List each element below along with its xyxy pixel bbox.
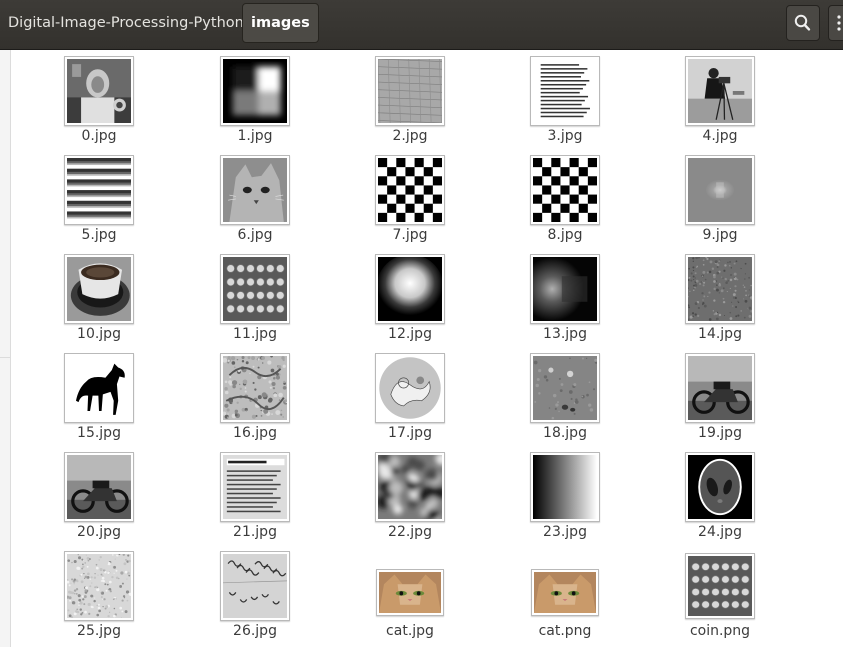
file-item[interactable]: 15.jpg <box>39 353 159 449</box>
file-item[interactable]: 14.jpg <box>660 254 780 350</box>
file-item[interactable]: 0.jpg <box>39 56 159 152</box>
blurred-blob-thumbnail <box>685 155 755 225</box>
file-item[interactable]: 13.jpg <box>505 254 625 350</box>
file-item[interactable]: 11.jpg <box>195 254 315 350</box>
handwriting-photo-thumbnail <box>220 551 290 621</box>
file-item[interactable]: 9.jpg <box>660 155 780 251</box>
file-item[interactable]: 18.jpg <box>505 353 625 449</box>
file-item[interactable]: 16.jpg <box>195 353 315 449</box>
header-bar: Digital-Image-Processing-Python images <box>0 0 843 50</box>
file-name: 26.jpg <box>233 623 277 639</box>
file-item[interactable]: 10.jpg <box>39 254 159 350</box>
blur-noise-thumbnail <box>375 452 445 522</box>
cell-texture-thumbnail <box>220 353 290 423</box>
search-icon <box>794 14 811 31</box>
file-name: 20.jpg <box>77 524 121 540</box>
horizontal-stripes-thumbnail <box>64 155 134 225</box>
file-name: 0.jpg <box>81 128 117 144</box>
file-item[interactable]: 23.jpg <box>505 452 625 548</box>
file-name: 4.jpg <box>702 128 738 144</box>
shepp-logan-phantom-thumbnail <box>685 452 755 522</box>
horse-silhouette-thumbnail <box>64 353 134 423</box>
file-item[interactable]: cat.png <box>505 551 625 647</box>
file-name: 2.jpg <box>392 128 428 144</box>
file-item[interactable]: 7.jpg <box>350 155 470 251</box>
file-item[interactable]: 26.jpg <box>195 551 315 647</box>
file-grid: 0.jpg 1.jpg 2.jpg 3.jpg 4.jpg 5.jpg 6.jpg 7.jpg… <box>11 50 843 647</box>
file-name: 1.jpg <box>237 128 273 144</box>
file-item[interactable]: 6.jpg <box>195 155 315 251</box>
search-button[interactable] <box>786 5 820 41</box>
file-name: 7.jpg <box>392 227 428 243</box>
file-item[interactable]: 1.jpg <box>195 56 315 152</box>
file-name: 19.jpg <box>698 425 742 441</box>
coins-grid-thumbnail <box>685 553 755 619</box>
motorcycle-photo-thumbnail <box>64 452 134 522</box>
file-name: 5.jpg <box>81 227 117 243</box>
file-name: 25.jpg <box>77 623 121 639</box>
file-item[interactable]: 4.jpg <box>660 56 780 152</box>
cameraman-photo-thumbnail <box>685 56 755 126</box>
coins-grid-thumbnail <box>220 254 290 324</box>
file-name: 14.jpg <box>698 326 742 342</box>
blurred-squares-thumbnail <box>220 56 290 126</box>
menu-button[interactable] <box>828 5 843 41</box>
file-item[interactable]: 2.jpg <box>350 56 470 152</box>
dark-gradient-blob-thumbnail <box>530 254 600 324</box>
breadcrumb-current[interactable]: images <box>242 3 319 43</box>
file-item[interactable]: 8.jpg <box>505 155 625 251</box>
astronaut-photo-thumbnail <box>64 56 134 126</box>
file-item[interactable]: 20.jpg <box>39 452 159 548</box>
breadcrumb-parent[interactable]: Digital-Image-Processing-Python <box>0 3 252 43</box>
cat-grayscale-thumbnail <box>220 155 290 225</box>
file-name: 23.jpg <box>543 524 587 540</box>
checkerboard-thumbnail <box>530 155 600 225</box>
file-item[interactable]: 17.jpg <box>350 353 470 449</box>
text-page-photo-thumbnail <box>220 452 290 522</box>
cat-color-thumbnail <box>376 569 444 616</box>
file-name: 22.jpg <box>388 524 432 540</box>
file-item[interactable]: 5.jpg <box>39 155 159 251</box>
file-name: 18.jpg <box>543 425 587 441</box>
file-name: 21.jpg <box>233 524 277 540</box>
file-item[interactable]: 21.jpg <box>195 452 315 548</box>
menu-icon <box>837 15 841 31</box>
sidebar-edge <box>0 50 11 647</box>
file-item[interactable]: 25.jpg <box>39 551 159 647</box>
file-name: cat.png <box>538 623 592 639</box>
file-name: 17.jpg <box>388 425 432 441</box>
file-name: 3.jpg <box>547 128 583 144</box>
cat-color-thumbnail <box>531 569 599 616</box>
checkerboard-thumbnail <box>375 155 445 225</box>
file-item[interactable]: 19.jpg <box>660 353 780 449</box>
motorcycle-photo-thumbnail <box>685 353 755 423</box>
file-item[interactable]: 12.jpg <box>350 254 470 350</box>
file-name: 9.jpg <box>702 227 738 243</box>
file-name: 24.jpg <box>698 524 742 540</box>
file-name: 6.jpg <box>237 227 273 243</box>
grass-texture-thumbnail <box>685 254 755 324</box>
file-name: 10.jpg <box>77 326 121 342</box>
file-item[interactable]: 24.jpg <box>660 452 780 548</box>
rough-texture-thumbnail <box>64 551 134 621</box>
file-name: 16.jpg <box>233 425 277 441</box>
file-item[interactable]: coin.png <box>660 551 780 647</box>
coffee-cup-thumbnail <box>64 254 134 324</box>
file-name: 12.jpg <box>388 326 432 342</box>
bright-blob-thumbnail <box>375 254 445 324</box>
file-item[interactable]: 3.jpg <box>505 56 625 152</box>
file-item[interactable]: cat.jpg <box>350 551 470 647</box>
file-name: cat.jpg <box>386 623 434 639</box>
text-page-thumbnail <box>530 56 600 126</box>
file-name: 15.jpg <box>77 425 121 441</box>
horizontal-gradient-thumbnail <box>530 452 600 522</box>
brick-texture-thumbnail <box>375 56 445 126</box>
moon-surface-thumbnail <box>530 353 600 423</box>
file-name: 11.jpg <box>233 326 277 342</box>
file-name: coin.png <box>689 623 751 639</box>
file-item[interactable]: 22.jpg <box>350 452 470 548</box>
file-name: 13.jpg <box>543 326 587 342</box>
file-name: 8.jpg <box>547 227 583 243</box>
circle-diagram-thumbnail <box>375 353 445 423</box>
